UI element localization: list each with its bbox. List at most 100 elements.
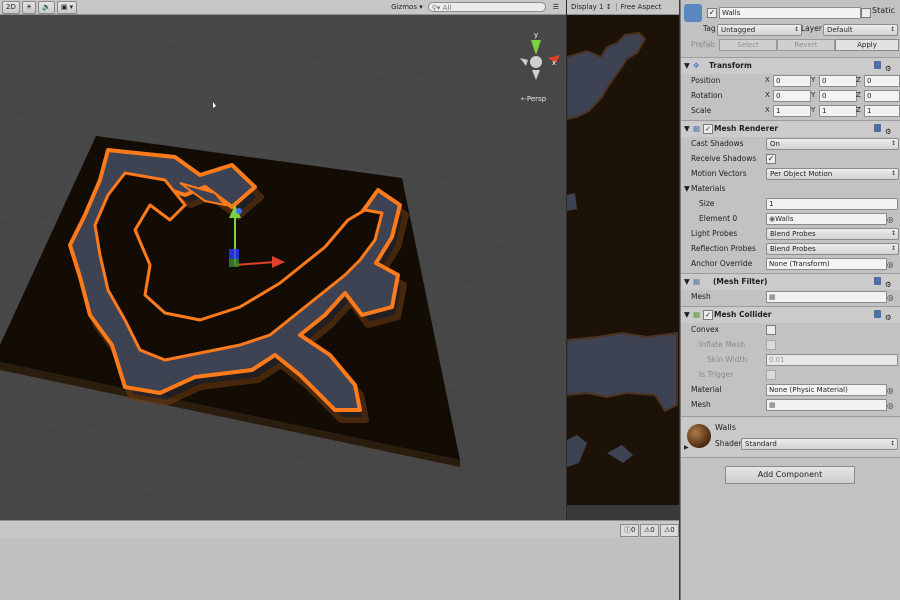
materials-row[interactable]: ▼ Materials bbox=[681, 181, 900, 196]
mesh-filter-header[interactable]: ▼ ▦ (Mesh Filter) ⚙ bbox=[681, 273, 900, 290]
position-y-field[interactable]: 0 bbox=[819, 75, 857, 87]
object-name-field[interactable]: Walls bbox=[719, 7, 861, 19]
audio-toggle-icon[interactable]: 🔈 bbox=[38, 0, 55, 14]
console-panel[interactable] bbox=[0, 538, 679, 600]
help-book-icon[interactable] bbox=[874, 61, 881, 69]
transform-title: Transform bbox=[709, 61, 752, 70]
scale-y-field[interactable]: 1 bbox=[819, 105, 857, 117]
display-dropdown[interactable]: Display 1 ↕ bbox=[567, 3, 616, 11]
cast-shadows-row: Cast Shadows On bbox=[681, 136, 900, 151]
gear-icon[interactable]: ⚙ bbox=[885, 124, 894, 136]
convex-checkbox[interactable] bbox=[766, 325, 776, 335]
mesh-renderer-enabled-checkbox[interactable]: ✓ bbox=[703, 124, 713, 134]
object-picker-icon[interactable]: ◎ bbox=[887, 290, 894, 305]
position-z-field[interactable]: 0 bbox=[864, 75, 900, 87]
collider-material-row: Material None (Physic Material) ◎ bbox=[681, 382, 900, 397]
aspect-dropdown[interactable]: Free Aspect bbox=[615, 3, 666, 11]
gear-icon[interactable]: ⚙ bbox=[885, 310, 894, 322]
console-warning-count[interactable]: ⚠0 bbox=[640, 524, 659, 537]
shader-dropdown[interactable]: Standard bbox=[741, 438, 898, 450]
rotation-z-field[interactable]: 0 bbox=[864, 90, 900, 102]
gear-icon[interactable]: ⚙ bbox=[885, 61, 894, 73]
persp-label[interactable]: ⇠Persp bbox=[521, 95, 547, 103]
scene-menu-icon[interactable]: ☰ bbox=[550, 2, 562, 13]
mesh-collider-header[interactable]: ▼ ▦ ✓ Mesh Collider ⚙ bbox=[681, 306, 900, 323]
shader-label: Shader bbox=[715, 439, 742, 448]
search-placeholder: All bbox=[442, 4, 452, 12]
prefab-revert-button[interactable]: Revert bbox=[777, 39, 835, 51]
convex-row: Convex bbox=[681, 322, 900, 337]
add-component-button[interactable]: Add Component bbox=[725, 466, 855, 484]
console-error-count[interactable]: ⚠0 bbox=[660, 524, 679, 537]
materials-label: Materials bbox=[691, 184, 726, 193]
collider-material-field[interactable]: None (Physic Material) bbox=[766, 384, 887, 396]
active-checkbox[interactable]: ✓ bbox=[707, 8, 717, 18]
is-trigger-label: Is Trigger bbox=[699, 370, 734, 379]
effects-toggle-icon[interactable]: ▣ ▾ bbox=[56, 0, 78, 14]
lighting-toggle-icon[interactable]: ☀ bbox=[21, 0, 37, 14]
help-book-icon[interactable] bbox=[874, 124, 881, 132]
collider-mesh-field[interactable]: ▦ bbox=[766, 399, 887, 411]
foldout-arrow-icon: ▼ bbox=[684, 277, 690, 286]
gear-icon[interactable]: ⚙ bbox=[885, 277, 894, 289]
foldout-arrow-icon: ▼ bbox=[684, 61, 690, 70]
element0-row: Element 0 ◉Walls ◎ bbox=[681, 211, 900, 226]
material-sphere-icon[interactable] bbox=[687, 424, 711, 448]
foldout-arrow-icon[interactable]: ▶ bbox=[684, 444, 689, 451]
prefab-select-button[interactable]: Select bbox=[719, 39, 777, 51]
cast-shadows-label: Cast Shadows bbox=[691, 139, 744, 148]
element0-field[interactable]: ◉Walls bbox=[766, 213, 887, 225]
help-book-icon[interactable] bbox=[874, 277, 881, 285]
display-label: Display 1 bbox=[571, 3, 604, 11]
materials-size-row: Size 1 bbox=[681, 196, 900, 211]
materials-size-field[interactable]: 1 bbox=[766, 198, 898, 210]
prefab-apply-button[interactable]: Apply bbox=[835, 39, 899, 51]
rotation-y-field[interactable]: 0 bbox=[819, 90, 857, 102]
scale-z-field[interactable]: 1 bbox=[864, 105, 900, 117]
mesh-label: Mesh bbox=[691, 292, 711, 301]
mesh-icon: ▦ bbox=[769, 293, 776, 301]
inflate-mesh-row: Inflate Mesh bbox=[681, 337, 900, 352]
game-toolbar: Display 1 ↕ Free Aspect bbox=[567, 0, 679, 15]
skin-width-row: Skin Width 0.01 bbox=[681, 352, 900, 367]
gizmos-dropdown[interactable]: Gizmos ▾ bbox=[388, 2, 426, 13]
transform-header[interactable]: ▼ ✥ Transform ⚙ bbox=[681, 57, 900, 74]
game-view[interactable] bbox=[567, 15, 679, 505]
cast-shadows-dropdown[interactable]: On bbox=[766, 138, 899, 150]
motion-vectors-dropdown[interactable]: Per Object Motion bbox=[766, 168, 899, 180]
scene-view[interactable]: y x ⇠Persp bbox=[0, 15, 566, 520]
scale-x-field[interactable]: 1 bbox=[773, 105, 811, 117]
mesh-renderer-header[interactable]: ▼ ▦ ✓ Mesh Renderer ⚙ bbox=[681, 120, 900, 137]
reflection-probes-row: Reflection Probes Blend Probes bbox=[681, 241, 900, 256]
object-picker-icon[interactable]: ◎ bbox=[887, 383, 894, 398]
rotation-x-field[interactable]: 0 bbox=[773, 90, 811, 102]
help-book-icon[interactable] bbox=[874, 310, 881, 318]
static-checkbox[interactable] bbox=[861, 8, 871, 18]
mesh-collider-title: Mesh Collider bbox=[714, 310, 772, 319]
position-x-field[interactable]: 0 bbox=[773, 75, 811, 87]
receive-shadows-checkbox[interactable]: ✓ bbox=[766, 154, 776, 164]
inspector-panel: ✓ Walls Static Tag Untagged Layer Defaul… bbox=[680, 0, 900, 600]
tag-dropdown[interactable]: Untagged bbox=[717, 24, 802, 36]
search-input[interactable]: ⚲▾ All bbox=[427, 2, 546, 12]
light-probes-dropdown[interactable]: Blend Probes bbox=[766, 228, 899, 240]
layer-dropdown[interactable]: Default bbox=[823, 24, 898, 36]
object-picker-icon[interactable]: ◎ bbox=[887, 212, 894, 227]
scale-label: Scale bbox=[691, 106, 712, 115]
collider-material-label: Material bbox=[691, 385, 722, 394]
console-info-count[interactable]: ⓘ0 bbox=[620, 524, 640, 537]
light-probes-row: Light Probes Blend Probes bbox=[681, 226, 900, 241]
object-picker-icon[interactable]: ◎ bbox=[887, 257, 894, 272]
reflection-probes-dropdown[interactable]: Blend Probes bbox=[766, 243, 899, 255]
material-section: Walls Shader Standard ▶ bbox=[681, 416, 900, 458]
object-picker-icon[interactable]: ◎ bbox=[887, 398, 894, 413]
mesh-collider-enabled-checkbox[interactable]: ✓ bbox=[703, 310, 713, 320]
2d-toggle-button[interactable]: 2D bbox=[2, 0, 20, 14]
scene-canvas[interactable]: y x ⇠Persp bbox=[0, 15, 566, 520]
tag-label: Tag bbox=[703, 24, 716, 33]
is-trigger-row: Is Trigger bbox=[681, 367, 900, 382]
mesh-filter-mesh-field[interactable]: ▦ bbox=[766, 291, 887, 303]
rotation-row: Rotation X0 Y0 Z0 bbox=[681, 88, 900, 103]
console-toolbar: ⓘ0 ⚠0 ⚠0 bbox=[0, 520, 679, 539]
anchor-override-field[interactable]: None (Transform) bbox=[766, 258, 887, 270]
